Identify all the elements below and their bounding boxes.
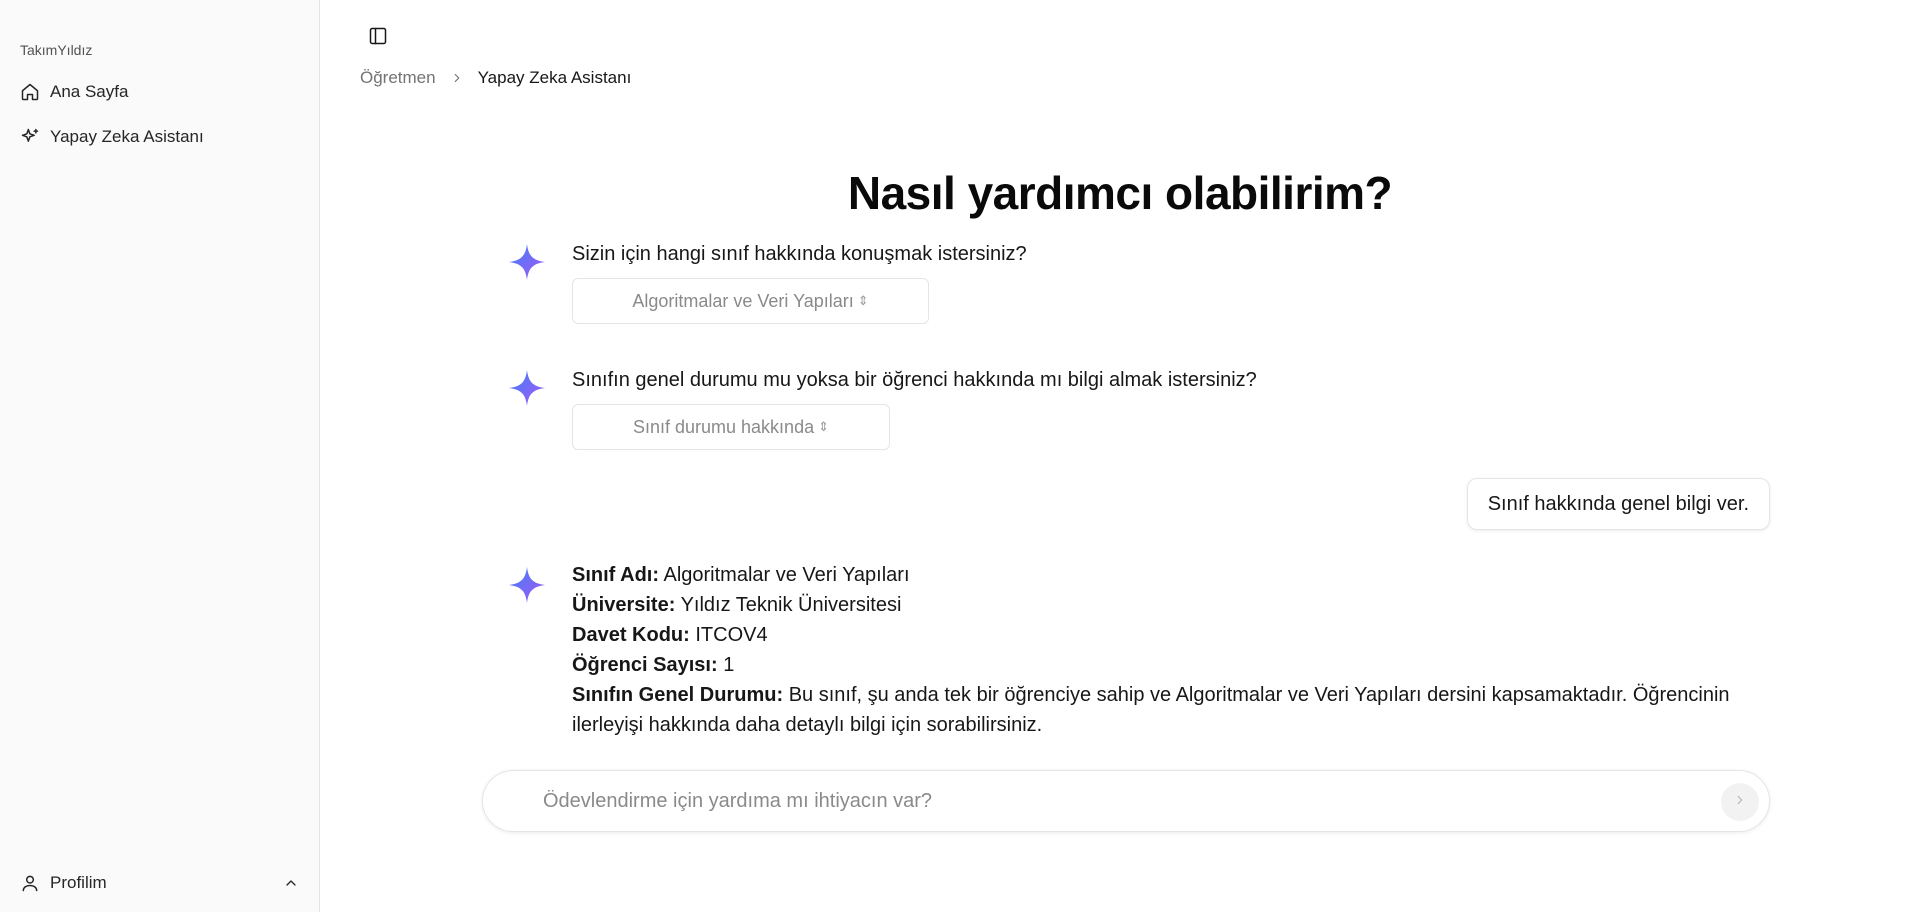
assistant-question-scope: Sınıfın genel durumu mu yoksa bir öğrenc… xyxy=(572,369,1257,391)
scope-select-value: Sınıf durumu hakkında xyxy=(632,416,815,437)
sidebar-item-label: Ana Sayfa xyxy=(50,82,129,101)
answer-line-class-name: Sınıf Adı: Algoritmalar ve Veri Yapıları xyxy=(572,560,1772,590)
assistant-question-class: Sizin için hangi sınıf hakkında konuşmak… xyxy=(572,243,1027,265)
answer-line-invite-code: Davet Kodu: ITCOV4 xyxy=(572,620,1772,650)
chat-composer xyxy=(482,770,1770,832)
breadcrumb-current: Yapay Zeka Asistanı xyxy=(477,68,632,87)
chevrons-up-down-icon: ⇕ xyxy=(818,419,829,434)
answer-label: Sınıfın Genel Durumu: xyxy=(572,684,784,706)
sidebar-toggle-button[interactable] xyxy=(364,24,392,52)
answer-label: Sınıf Adı: xyxy=(572,564,660,586)
answer-line-status: Sınıfın Genel Durumu: Bu sınıf, şu anda … xyxy=(572,680,1772,740)
chevron-right-icon xyxy=(1733,793,1747,812)
sparkle-icon xyxy=(509,370,545,406)
page-title: Nasıl yardımcı olabilirim? xyxy=(847,167,1393,219)
home-icon xyxy=(20,82,40,102)
answer-line-university: Üniversite: Yıldız Teknik Üniversitesi xyxy=(572,590,1772,620)
answer-value: ITCOV4 xyxy=(695,624,768,646)
sparkles-icon xyxy=(20,127,40,147)
chevron-right-icon xyxy=(448,69,466,87)
brand-name: TakımYıldız xyxy=(20,42,93,58)
chevrons-up-down-icon: ⇕ xyxy=(857,293,869,308)
user-message-bubble: Sınıf hakkında genel bilgi ver. xyxy=(1466,478,1770,530)
sidebar-item-label: Yapay Zeka Asistanı xyxy=(50,127,204,146)
panel-left-icon xyxy=(368,26,388,51)
class-select-value: Algoritmalar ve Veri Yapıları xyxy=(632,290,854,311)
breadcrumb: Öğretmen Yapay Zeka Asistanı xyxy=(360,68,631,88)
profile-label: Profilim xyxy=(50,873,107,892)
answer-label: Öğrenci Sayısı: xyxy=(572,654,718,676)
scope-select[interactable]: Sınıf durumu hakkında ⇕ xyxy=(572,404,890,450)
user-icon xyxy=(20,873,40,893)
user-message-text: Sınıf hakkında genel bilgi ver. xyxy=(1487,492,1749,515)
class-select[interactable]: Algoritmalar ve Veri Yapıları ⇕ xyxy=(572,278,929,324)
chat-input[interactable] xyxy=(543,771,1643,831)
send-button[interactable] xyxy=(1721,783,1759,821)
answer-value: Algoritmalar ve Veri Yapıları xyxy=(663,564,910,586)
assistant-answer: Sınıf Adı: Algoritmalar ve Veri Yapıları… xyxy=(572,560,1772,740)
answer-line-student-count: Öğrenci Sayısı: 1 xyxy=(572,650,1772,680)
answer-label: Üniversite: xyxy=(572,594,676,616)
answer-value: 1 xyxy=(723,654,735,676)
sparkle-icon xyxy=(509,567,545,603)
sidebar-item-home[interactable]: Ana Sayfa xyxy=(12,72,308,112)
sidebar: TakımYıldız Ana Sayfa Yapay Zeka Asistan… xyxy=(0,0,320,912)
answer-value: Yıldız Teknik Üniversitesi xyxy=(680,594,902,616)
profile-menu[interactable]: Profilim xyxy=(12,863,308,903)
chevron-up-icon xyxy=(282,874,300,892)
breadcrumb-parent-link[interactable]: Öğretmen xyxy=(360,68,436,88)
sidebar-item-ai-assistant[interactable]: Yapay Zeka Asistanı xyxy=(12,117,308,157)
sparkle-icon xyxy=(509,244,545,280)
answer-label: Davet Kodu: xyxy=(572,624,690,646)
